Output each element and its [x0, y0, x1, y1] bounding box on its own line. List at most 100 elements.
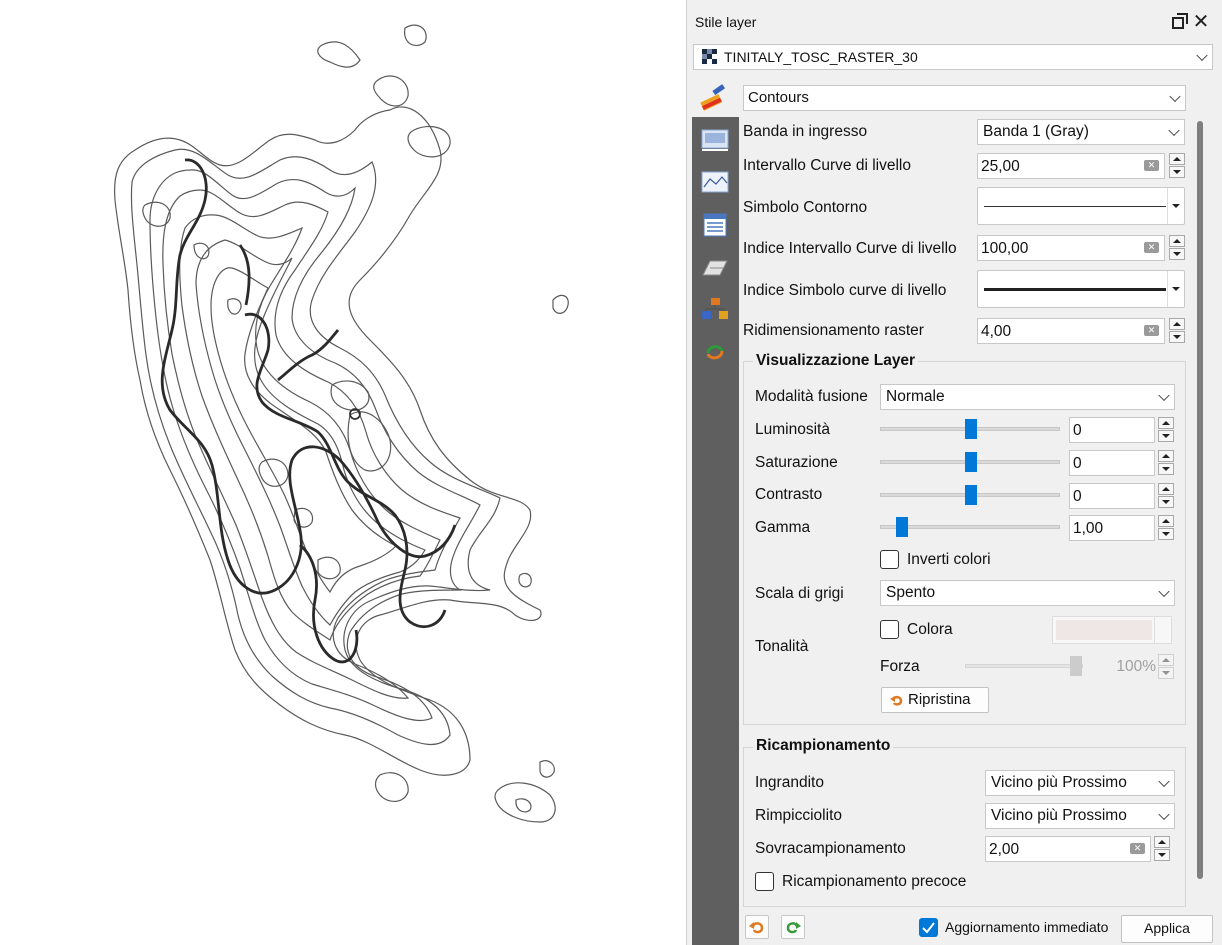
index-symbol-button[interactable] — [977, 270, 1185, 308]
band-value: Banda 1 (Gray) — [983, 123, 1089, 140]
strength-value[interactable]: 100% — [1088, 654, 1156, 680]
contour-line — [515, 798, 532, 813]
contrast-spinbox[interactable]: 0 — [1069, 483, 1155, 509]
undo-button[interactable] — [745, 915, 769, 939]
map-canvas[interactable] — [0, 0, 687, 945]
contour-symbol-button[interactable] — [977, 187, 1185, 225]
live-update-label: Aggiornamento immediato — [945, 919, 1109, 935]
oversampling-value: 2,00 — [989, 841, 1020, 858]
color-dropdown-arrow[interactable] — [1154, 617, 1171, 643]
index-interval-value: 100,00 — [981, 240, 1029, 257]
clear-icon[interactable]: ✕ — [1144, 325, 1159, 336]
undo-icon — [749, 922, 764, 934]
contour-line — [317, 41, 361, 68]
float-icon[interactable] — [1169, 10, 1191, 32]
chevron-down-icon — [1158, 585, 1170, 598]
interval-label: Intervallo Curve di livello — [743, 157, 911, 174]
colorize-checkbox[interactable] — [880, 620, 899, 639]
apply-button[interactable]: Applica — [1121, 915, 1213, 943]
contour-line — [317, 556, 341, 580]
zoomed-out-value: Vicino più Prossimo — [991, 807, 1127, 824]
brightness-value: 0 — [1073, 422, 1082, 439]
saturation-label: Saturazione — [755, 454, 838, 471]
zoomed-in-label: Ingrandito — [755, 774, 824, 791]
reset-button[interactable]: Ripristina — [881, 687, 989, 713]
live-update-checkbox[interactable] — [919, 918, 938, 937]
close-icon[interactable]: ✕ — [1190, 10, 1212, 33]
gamma-value: 1,00 — [1073, 520, 1104, 537]
slider-handle[interactable] — [965, 485, 977, 505]
index-interval-stepper[interactable] — [1169, 235, 1185, 261]
invert-colors-checkbox[interactable] — [880, 550, 899, 569]
redo-button[interactable] — [781, 915, 805, 939]
interval-value: 25,00 — [981, 158, 1020, 175]
gamma-spinbox[interactable]: 1,00 — [1069, 515, 1155, 541]
contrast-slider[interactable] — [880, 485, 1060, 505]
chevron-down-icon — [1169, 90, 1181, 103]
contour-line — [407, 125, 451, 158]
strength-stepper[interactable] — [1158, 654, 1174, 680]
hue-label: Tonalità — [755, 638, 809, 655]
grayscale-value: Spento — [886, 584, 936, 601]
slider-handle[interactable] — [965, 419, 977, 439]
early-resampling-checkbox[interactable] — [755, 872, 774, 891]
strength-slider[interactable] — [965, 656, 1083, 676]
brightness-spinbox[interactable]: 0 — [1069, 417, 1155, 443]
brightness-label: Luminosità — [755, 421, 830, 438]
pyramids-tab-icon[interactable] — [700, 255, 730, 281]
scrollbar-thumb[interactable] — [1197, 121, 1203, 879]
contrast-stepper[interactable] — [1158, 483, 1174, 509]
clear-icon[interactable]: ✕ — [1144, 242, 1159, 253]
layer-selector[interactable]: TINITALY_TOSC_RASTER_30 — [693, 44, 1213, 70]
band-combo[interactable]: Banda 1 (Gray) — [977, 119, 1185, 145]
interval-stepper[interactable] — [1169, 153, 1185, 179]
information-tab-icon[interactable] — [700, 212, 730, 238]
index-symbol-label: Indice Simbolo curve di livello — [743, 282, 947, 299]
saturation-stepper[interactable] — [1158, 450, 1174, 476]
zoomed-in-value: Vicino più Prossimo — [991, 774, 1127, 791]
contour-line — [374, 772, 409, 802]
slider-handle[interactable] — [965, 452, 977, 472]
brightness-stepper[interactable] — [1158, 417, 1174, 443]
renderer-type-combo[interactable]: Contours — [743, 85, 1186, 111]
oversampling-stepper[interactable] — [1154, 836, 1170, 862]
contour-line — [373, 75, 409, 107]
raster-layer-icon — [702, 49, 717, 64]
clear-icon[interactable]: ✕ — [1130, 843, 1145, 854]
contour-line — [227, 298, 242, 315]
zoomed-in-combo[interactable]: Vicino più Prossimo — [985, 770, 1175, 796]
gamma-stepper[interactable] — [1158, 515, 1174, 541]
blend-mode-value: Normale — [886, 388, 945, 405]
downscale-stepper[interactable] — [1169, 318, 1185, 344]
contour-line — [113, 106, 542, 776]
oversampling-spinbox[interactable]: 2,00 ✕ — [985, 836, 1151, 862]
metadata-tab-icon[interactable] — [700, 297, 730, 323]
symbology-tab-icon[interactable] — [700, 127, 730, 153]
slider-handle[interactable] — [1070, 656, 1082, 676]
invert-colors-label: Inverti colori — [907, 551, 991, 568]
downscale-spinbox[interactable]: 4,00 ✕ — [977, 318, 1165, 344]
history-tab-icon[interactable] — [700, 339, 730, 365]
slider-handle[interactable] — [896, 517, 908, 537]
band-label: Banda in ingresso — [743, 123, 868, 140]
early-resampling-label: Ricampionamento precoce — [782, 873, 967, 890]
index-interval-spinbox[interactable]: 100,00 ✕ — [977, 235, 1165, 261]
symbology-paintbrush-icon[interactable] — [699, 84, 729, 112]
clear-icon[interactable]: ✕ — [1144, 160, 1159, 171]
brightness-slider[interactable] — [880, 419, 1060, 439]
index-interval-label: Indice Intervallo Curve di livello — [743, 240, 957, 257]
saturation-slider[interactable] — [880, 452, 1060, 472]
oversampling-label: Sovracampionamento — [755, 840, 906, 857]
index-contour-line — [160, 158, 457, 595]
gamma-slider[interactable] — [880, 517, 1060, 537]
layer-name: TINITALY_TOSC_RASTER_30 — [724, 49, 918, 65]
contour-line — [539, 760, 555, 778]
grayscale-combo[interactable]: Spento — [880, 580, 1175, 606]
colorize-color-button[interactable] — [1052, 616, 1172, 644]
panel-scrollbar[interactable] — [1195, 117, 1205, 895]
zoomed-out-combo[interactable]: Vicino più Prossimo — [985, 803, 1175, 829]
saturation-spinbox[interactable]: 0 — [1069, 450, 1155, 476]
blend-mode-combo[interactable]: Normale — [880, 384, 1175, 410]
histogram-tab-icon[interactable] — [700, 169, 730, 195]
interval-spinbox[interactable]: 25,00 ✕ — [977, 153, 1165, 179]
